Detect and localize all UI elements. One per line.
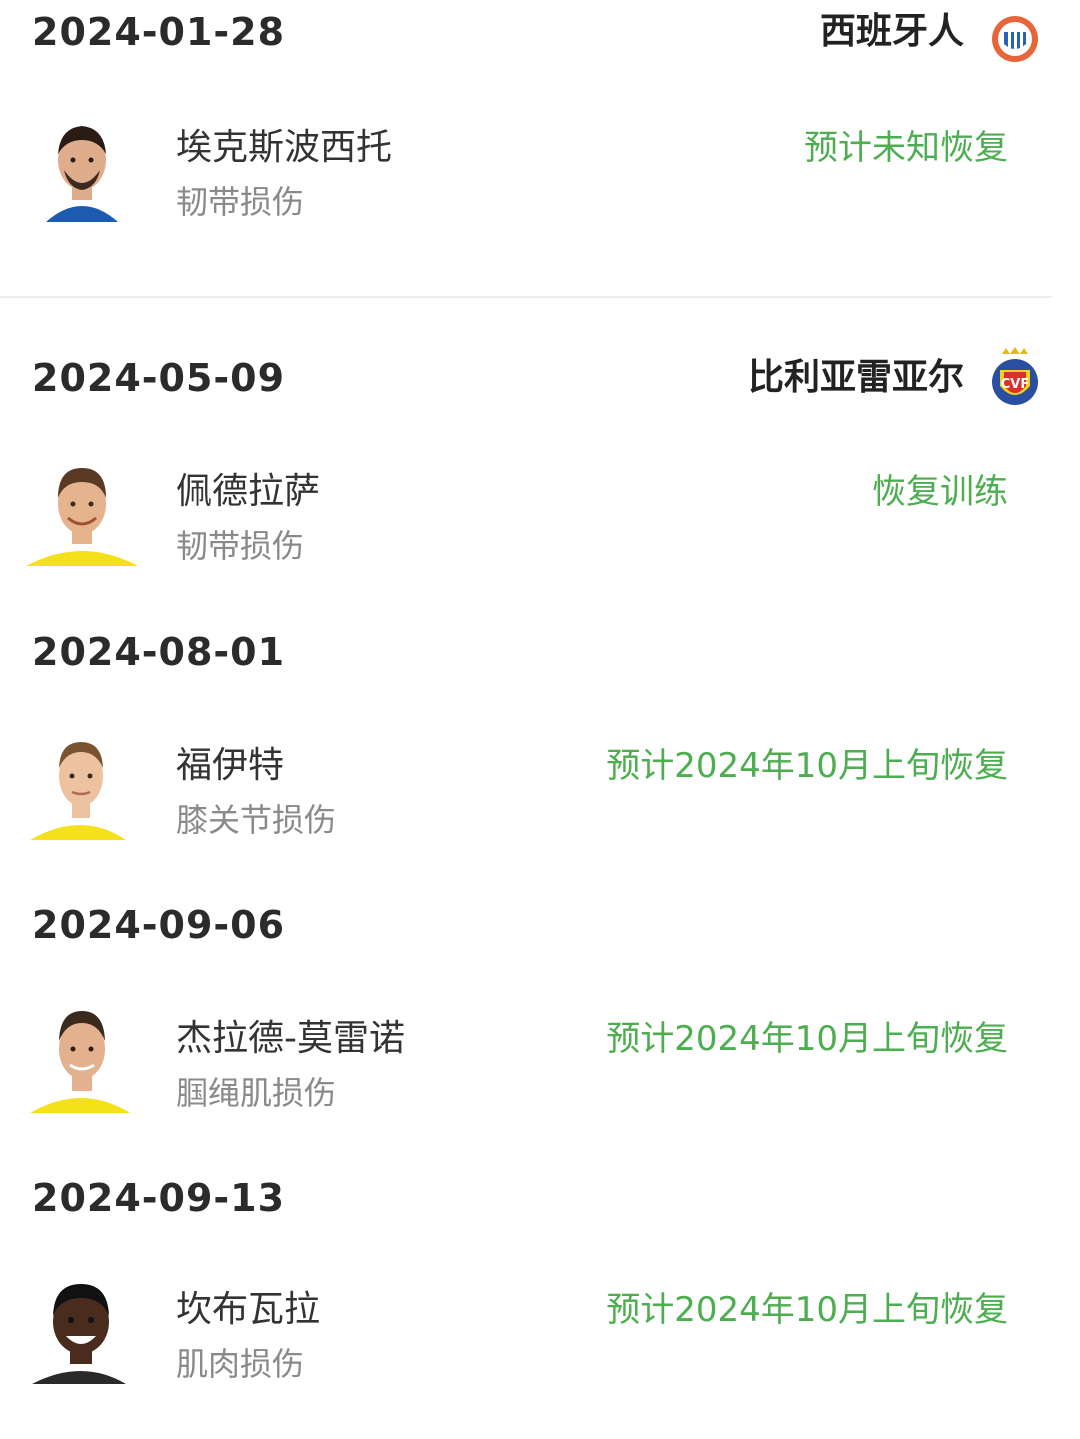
- entry-date: 2024-09-13: [32, 1176, 286, 1220]
- player-name: 坎布瓦拉: [176, 1289, 321, 1330]
- entry-date: 2024-01-28: [32, 10, 286, 54]
- section-divider: [0, 296, 1052, 298]
- player-row[interactable]: 福伊特 膝关节损伤 预计2024年10月上旬恢复: [0, 728, 1080, 848]
- player-row[interactable]: 坎布瓦拉 肌肉损伤 预计2024年10月上旬恢复: [0, 1272, 1080, 1392]
- player-avatar: [32, 1284, 126, 1384]
- player-row[interactable]: 佩德拉萨 韧带损伤 恢复训练: [0, 454, 1080, 574]
- injury-type: 膝关节损伤: [176, 801, 337, 839]
- entry-date: 2024-08-01: [32, 630, 286, 674]
- recovery-status: 预计2024年10月上旬恢复: [606, 746, 1008, 786]
- player-name: 埃克斯波西托: [176, 127, 393, 168]
- recovery-status: 预计2024年10月上旬恢复: [606, 1019, 1008, 1059]
- player-avatar: [46, 126, 118, 222]
- recovery-status: 预计2024年10月上旬恢复: [606, 1290, 1008, 1330]
- espanyol-crest-icon[interactable]: [990, 14, 1040, 64]
- player-name: 福伊特: [176, 745, 285, 786]
- team-name[interactable]: 西班牙人: [820, 10, 964, 54]
- injury-type: 肌肉损伤: [176, 1345, 305, 1383]
- player-name: 杰拉德-莫雷诺: [176, 1018, 405, 1059]
- team-name[interactable]: 比利亚雷亚尔: [748, 356, 964, 400]
- injury-type: 韧带损伤: [176, 527, 305, 565]
- player-avatar: [30, 1011, 130, 1113]
- recovery-status: 预计未知恢复: [804, 128, 1008, 168]
- villarreal-crest-icon[interactable]: CVF: [990, 346, 1040, 408]
- player-avatar: [30, 742, 126, 840]
- entry-date: 2024-09-06: [32, 903, 286, 947]
- player-row[interactable]: 埃克斯波西托 韧带损伤 预计未知恢复: [0, 110, 1080, 230]
- injury-type: 腘绳肌损伤: [176, 1074, 337, 1112]
- player-row[interactable]: 杰拉德-莫雷诺 腘绳肌损伤 预计2024年10月上旬恢复: [0, 1001, 1080, 1121]
- recovery-status: 恢复训练: [872, 472, 1008, 512]
- injury-type: 韧带损伤: [176, 183, 305, 221]
- svg-text:CVF: CVF: [1001, 377, 1029, 392]
- player-avatar: [26, 468, 138, 566]
- player-name: 佩德拉萨: [176, 471, 321, 512]
- entry-date: 2024-05-09: [32, 356, 286, 400]
